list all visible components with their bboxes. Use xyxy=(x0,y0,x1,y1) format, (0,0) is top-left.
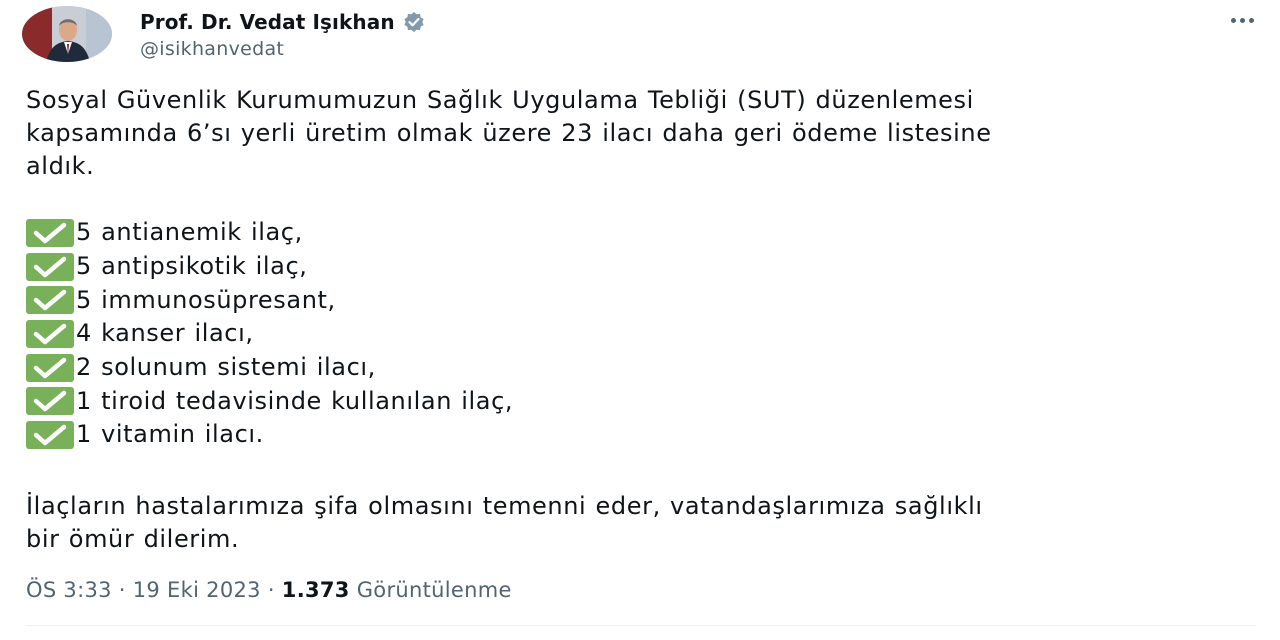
list-item-text: 1 tiroid tedavisinde kullanılan ilaç, xyxy=(76,386,514,415)
drug-list: 5 antianemik ilaç, 5 antipsikotik ilaç, … xyxy=(26,216,1256,452)
tweet: Prof. Dr. Vedat Işıkhan @isikhanvedat So… xyxy=(0,0,1280,640)
list-item-text: 2 solunum sistemi ilacı, xyxy=(76,353,376,382)
check-mark-button-icon xyxy=(26,319,74,348)
list-item: 4 kanser ilacı, xyxy=(26,317,1256,351)
list-item: 1 vitamin ilacı. xyxy=(26,418,1256,452)
check-mark-button-icon xyxy=(26,387,74,416)
tweet-time[interactable]: ÖS 3:33 xyxy=(26,578,112,602)
views-count: 1.373 xyxy=(281,578,350,602)
list-item-text: 5 antianemik ilaç, xyxy=(76,218,303,247)
views-label: Görüntülenme xyxy=(356,578,512,602)
tweet-date[interactable]: 19 Eki 2023 xyxy=(133,578,261,602)
list-item-text: 1 vitamin ilacı. xyxy=(76,420,264,449)
verified-badge-icon xyxy=(403,11,425,33)
avatar-photo xyxy=(22,6,112,62)
check-mark-button-icon xyxy=(26,252,74,281)
check-mark-button-icon xyxy=(26,353,74,382)
list-item: 1 tiroid tedavisinde kullanılan ilaç, xyxy=(26,384,1256,418)
list-item: 2 solunum sistemi ilacı, xyxy=(26,351,1256,385)
tweet-text: Sosyal Güvenlik Kurumumuzun Sağlık Uygul… xyxy=(26,84,1256,556)
check-mark-button-icon xyxy=(26,420,74,449)
check-mark-button-icon xyxy=(26,286,74,315)
list-item-text: 5 antipsikotik ilaç, xyxy=(76,252,308,281)
tweet-meta: ÖS 3:33 · 19 Eki 2023 · 1.373 Görüntülen… xyxy=(26,578,512,602)
meta-separator: · xyxy=(267,578,275,602)
list-item-text: 4 kanser ilacı, xyxy=(76,319,254,348)
more-options-icon[interactable] xyxy=(1222,8,1262,32)
meta-separator: · xyxy=(118,578,126,602)
check-mark-button-icon xyxy=(26,218,74,247)
tweet-closing: İlaçların hastalarımıza şifa olmasını te… xyxy=(26,491,983,553)
list-item: 5 antianemik ilaç, xyxy=(26,216,1256,250)
divider xyxy=(26,625,1256,626)
list-item: 5 immunosüpresant, xyxy=(26,283,1256,317)
list-item-text: 5 immunosüpresant, xyxy=(76,285,336,314)
author-handle[interactable]: @isikhanvedat xyxy=(140,38,284,60)
avatar[interactable] xyxy=(22,6,112,62)
list-item: 5 antipsikotik ilaç, xyxy=(26,250,1256,284)
author-name-row: Prof. Dr. Vedat Işıkhan xyxy=(140,8,425,36)
author-display-name[interactable]: Prof. Dr. Vedat Işıkhan xyxy=(140,10,395,34)
tweet-intro: Sosyal Güvenlik Kurumumuzun Sağlık Uygul… xyxy=(26,86,992,180)
